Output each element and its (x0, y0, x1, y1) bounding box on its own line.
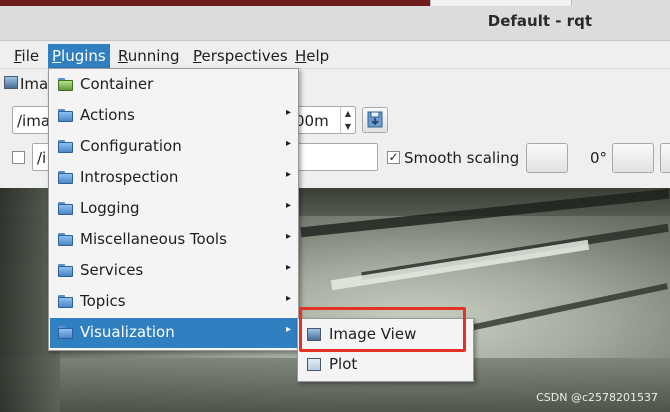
menu-item-topics[interactable]: Topics ▸ (50, 287, 297, 317)
submenu-arrow-icon: ▸ (285, 231, 291, 242)
menu-plugins[interactable]: Plugins (48, 44, 110, 68)
menu-perspectives[interactable]: Perspectives (189, 45, 292, 67)
spinbox-arrows[interactable]: ▲ ▼ (340, 107, 355, 133)
menu-item-plot[interactable]: Plot (299, 351, 472, 379)
save-image-button[interactable] (362, 107, 388, 133)
menu-item-introspection[interactable]: Introspection ▸ (50, 163, 297, 193)
menu-item-label: Miscellaneous Tools (80, 230, 227, 248)
folder-icon (58, 326, 73, 339)
submenu-arrow-icon: ▸ (285, 324, 291, 335)
menu-running-mnemonic: R (118, 47, 128, 65)
menu-help-label: elp (306, 47, 330, 65)
menu-plugins-mnemonic: P (52, 47, 62, 65)
image-view-icon (4, 76, 18, 89)
annotation-highlight-box (299, 307, 466, 352)
menu-help-mnemonic: H (295, 47, 307, 65)
window-titlebar: Default - rqt (0, 0, 670, 41)
menu-perspectives-label: erspectives (201, 47, 288, 65)
watermark: CSDN @c2578201537 (536, 391, 658, 404)
plugins-dropdown-menu: Container Actions ▸ Configuration ▸ Intr… (48, 68, 299, 351)
menu-item-label: Visualization (80, 323, 175, 341)
menu-item-label: Introspection (80, 168, 179, 186)
menu-perspectives-mnemonic: P (193, 47, 202, 65)
smooth-scaling-label: Smooth scaling (404, 149, 520, 167)
folder-icon (58, 264, 73, 277)
publish-topic-field[interactable] (296, 143, 378, 171)
folder-icon (58, 109, 73, 122)
submenu-arrow-icon: ▸ (285, 262, 291, 273)
plot-icon (307, 358, 321, 371)
menu-item-container[interactable]: Container (50, 70, 297, 100)
folder-icon (58, 202, 73, 215)
timeout-value: 00m (295, 112, 329, 130)
timeout-spinbox[interactable]: 00m ▲ ▼ (290, 106, 356, 134)
spin-up-icon[interactable]: ▲ (341, 107, 355, 120)
rotation-label: 0° (590, 149, 608, 167)
menu-file-mnemonic: F (14, 47, 22, 65)
menu-item-label: Actions (80, 106, 135, 124)
save-icon (367, 111, 383, 128)
spin-down-icon[interactable]: ▼ (341, 120, 355, 133)
folder-icon (58, 171, 73, 184)
menu-plugins-label: lugins (61, 47, 106, 65)
background-window-edge (430, 0, 572, 6)
menu-item-label: Plot (329, 355, 358, 373)
menu-item-label: Container (80, 75, 154, 93)
menu-item-miscellaneous-tools[interactable]: Miscellaneous Tools ▸ (50, 225, 297, 255)
menu-item-label: Logging (80, 199, 140, 217)
menu-item-label: Configuration (80, 137, 182, 155)
menu-item-services[interactable]: Services ▸ (50, 256, 297, 286)
menu-item-visualization[interactable]: Visualization ▸ (50, 318, 297, 348)
menu-item-actions[interactable]: Actions ▸ (50, 101, 297, 131)
rotate-left-button[interactable] (526, 143, 568, 173)
menu-file-label: ile (21, 47, 40, 65)
folder-icon (58, 233, 73, 246)
folder-icon (58, 295, 73, 308)
folder-icon (58, 140, 73, 153)
submenu-arrow-icon: ▸ (285, 169, 291, 180)
submenu-arrow-icon: ▸ (285, 107, 291, 118)
submenu-arrow-icon: ▸ (285, 138, 291, 149)
menu-item-label: Topics (80, 292, 126, 310)
smooth-scaling-checkbox[interactable]: ✓ (387, 151, 400, 164)
menubar: File Plugins Running Perspectives Help (0, 41, 670, 69)
submenu-arrow-icon: ▸ (285, 200, 291, 211)
container-icon (58, 78, 73, 91)
menu-item-label: Services (80, 261, 144, 279)
menu-running[interactable]: Running (114, 45, 183, 67)
menu-help[interactable]: Help (291, 45, 333, 67)
menu-running-label: unning (127, 47, 180, 65)
mouse-publish-checkbox[interactable] (12, 151, 25, 164)
image-light-strip (330, 239, 590, 291)
rotate-right-button[interactable] (612, 143, 654, 173)
background-strip (0, 0, 430, 6)
submenu-arrow-icon: ▸ (285, 293, 291, 304)
menu-item-configuration[interactable]: Configuration ▸ (50, 132, 297, 162)
menu-file[interactable]: File (10, 45, 43, 67)
menu-item-logging[interactable]: Logging ▸ (50, 194, 297, 224)
toolbar-overflow-button[interactable] (660, 143, 670, 173)
window-title: Default - rqt (487, 12, 592, 30)
